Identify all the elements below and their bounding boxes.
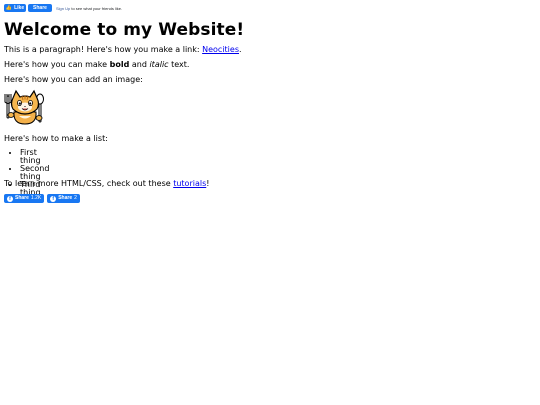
p5-end: ! xyxy=(206,179,210,188)
thing-list: First thing Second thing Third thing xyxy=(4,149,49,197)
share-label: Share xyxy=(58,195,73,201)
share-count: 1.2K xyxy=(30,195,42,201)
p2-end: text. xyxy=(168,60,190,69)
list-item: First thing xyxy=(20,149,49,165)
paragraph-tutorials: To learn more HTML/CSS, check out these … xyxy=(4,179,209,189)
bold-text: bold xyxy=(109,60,130,69)
fb-signup-suffix: to see what your friends like. xyxy=(70,5,123,11)
fb-share-button[interactable]: Share xyxy=(28,4,52,12)
facebook-f-icon: f xyxy=(7,195,13,202)
p5-text: To learn more HTML/CSS, check out these xyxy=(4,179,174,188)
facebook-f-icon: f xyxy=(50,195,57,202)
facebook-share-button[interactable]: f Share 2 xyxy=(47,194,80,203)
neocities-cat-mascot xyxy=(4,89,44,125)
share-buttons-row: f Share 1.2K f Share 2 xyxy=(4,194,80,203)
neocities-cat-image xyxy=(4,88,46,128)
facebook-share-button[interactable]: f Share 1.2K xyxy=(4,194,45,203)
share-label: Share xyxy=(15,195,29,201)
fb-signup-link[interactable]: Sign Up xyxy=(56,6,70,11)
fb-share-label: Share xyxy=(33,5,47,11)
neocities-link[interactable]: Neocities xyxy=(202,45,239,54)
paragraph-image: Here's how you can add an image: xyxy=(4,75,143,84)
italic-text: italic xyxy=(149,60,169,69)
p1-end: . xyxy=(239,45,242,54)
facebook-like-widget: 👍 Like Share Sign Up to see what your fr… xyxy=(4,4,122,12)
fb-like-button[interactable]: 👍 Like xyxy=(4,4,26,12)
paragraph-formatting: Here's how you can make bold and italic … xyxy=(4,60,189,70)
fb-signup-text: Sign Up to see what your friends like. xyxy=(56,6,122,11)
p2-mid: and xyxy=(129,60,150,69)
fb-like-label: Like xyxy=(14,5,25,11)
tutorials-link[interactable]: tutorials xyxy=(173,179,206,188)
thumbs-up-icon: 👍 xyxy=(5,5,13,11)
paragraph-list: Here's how to make a list: xyxy=(4,134,108,143)
page-title: Welcome to my Website! xyxy=(4,20,245,40)
paragraph-link: This is a paragraph! Here's how you make… xyxy=(4,45,242,55)
share-count: 2 xyxy=(74,195,77,201)
p1-text: This is a paragraph! Here's how you make… xyxy=(4,45,203,54)
p2-start: Here's how you can make xyxy=(4,60,110,69)
